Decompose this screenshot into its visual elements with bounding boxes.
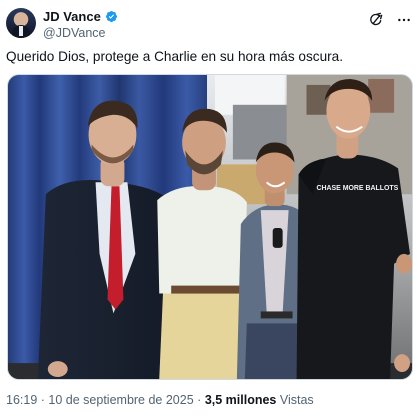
more-options-icon[interactable]	[396, 12, 412, 28]
tweet-text: Querido Dios, protege a Charlie en su ho…	[6, 49, 343, 64]
photo-image: CHASE MORE BALLOTS	[8, 75, 412, 379]
views-count: 3,5 millones	[204, 393, 277, 407]
verified-badge-icon	[105, 10, 117, 23]
header-actions	[368, 12, 412, 28]
author-name-row: JD Vance	[43, 9, 118, 24]
shirt-slogan: CHASE MORE BALLOTS	[316, 185, 398, 192]
meta-separator: ·	[40, 393, 45, 407]
post-date[interactable]: 10 de septiembre de 2025	[48, 393, 193, 407]
post-time[interactable]: 16:19	[6, 393, 37, 407]
tweet-header: JD Vance @JDVance	[6, 6, 414, 42]
meta-separator: ·	[197, 393, 202, 407]
grok-icon[interactable]	[368, 12, 384, 28]
author-handle[interactable]: @JDVance	[43, 26, 105, 40]
avatar-shirt	[19, 26, 23, 36]
author-avatar[interactable]	[6, 8, 36, 38]
views-label: Vistas	[279, 393, 314, 407]
tweet-card: JD Vance @JDVance Querido Dios, protege …	[0, 0, 420, 419]
author-display-name[interactable]: JD Vance	[43, 9, 101, 24]
tweet-photo[interactable]: CHASE MORE BALLOTS	[7, 74, 413, 380]
tweet-meta: 16:19 · 10 de septiembre de 2025 · 3,5 m…	[6, 393, 414, 407]
